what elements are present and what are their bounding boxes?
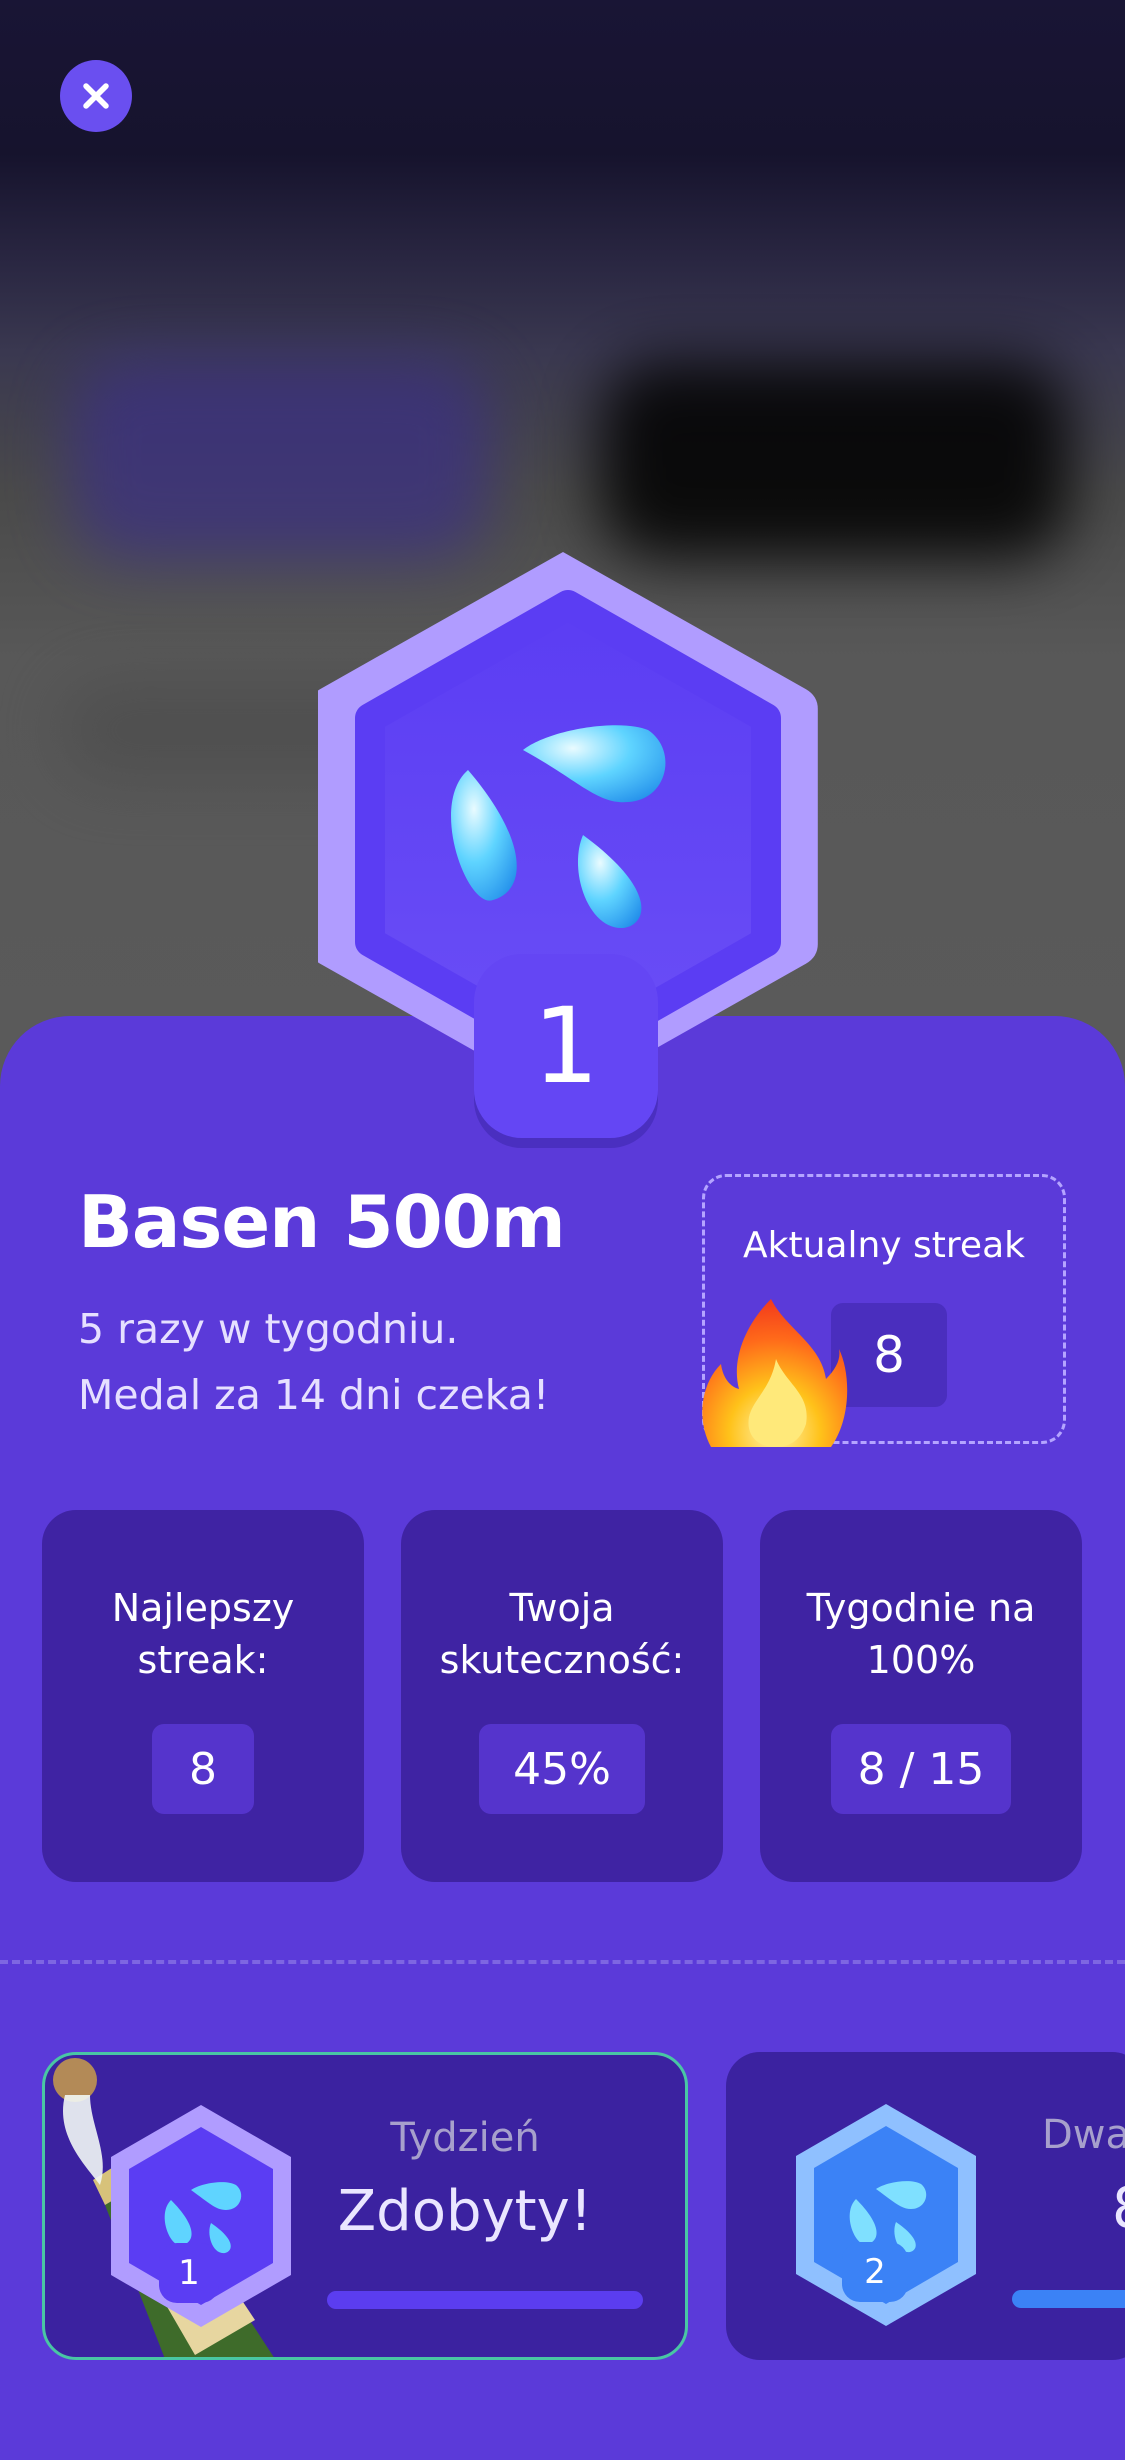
milestone-period: Dwa	[1042, 2112, 1125, 2158]
goal-subtitle-line: Medal za 14 dni czeka!	[78, 1371, 550, 1419]
milestone-level-badge: 1	[159, 2243, 219, 2303]
medal-level-badge: 1	[474, 954, 658, 1138]
goal-subtitle: 5 razy w tygodniu. Medal za 14 dni czeka…	[78, 1296, 549, 1428]
stat-value: 45%	[479, 1724, 645, 1814]
close-icon	[83, 83, 109, 109]
milestone-progress-bar	[327, 2291, 643, 2309]
fire-icon	[702, 1299, 848, 1447]
close-button[interactable]	[60, 60, 132, 132]
stat-value: 8 / 15	[831, 1724, 1011, 1814]
stat-value: 8	[152, 1724, 254, 1814]
blurred-shape	[600, 360, 1070, 560]
stat-label: Najlepszy streak:	[111, 1586, 295, 1682]
current-streak-label: Aktualny streak	[743, 1225, 1025, 1266]
milestone-level-badge: 2	[842, 2242, 908, 2302]
stat-card-best-streak: Najlepszy streak: 8	[42, 1510, 364, 1882]
milestone-status: Zdobyty!	[337, 2179, 593, 2244]
milestone-period: Tydzień	[390, 2115, 540, 2161]
goal-subtitle-line: 5 razy w tygodniu.	[78, 1305, 459, 1353]
section-divider	[0, 1960, 1125, 1964]
stat-card-perfect-weeks: Tygodnie na 100% 8 / 15	[760, 1510, 1082, 1882]
milestone-status: 8	[1112, 2176, 1125, 2241]
milestone-progress-bar	[1012, 2290, 1125, 2308]
stat-label: Tygodnie na 100%	[806, 1586, 1036, 1682]
current-streak-box: Aktualny streak 8	[702, 1174, 1066, 1447]
stat-card-success-rate: Twoja skuteczność: 45%	[401, 1510, 723, 1882]
stat-label: Twoja skuteczność:	[439, 1586, 685, 1682]
blurred-shape	[70, 360, 490, 560]
goal-title: Basen 500m	[78, 1180, 566, 1264]
milestone-card-two-weeks[interactable]: 2 Dwa 8	[726, 2052, 1125, 2360]
milestone-card-week[interactable]: 1 Tydzień Zdobyty!	[42, 2052, 688, 2360]
